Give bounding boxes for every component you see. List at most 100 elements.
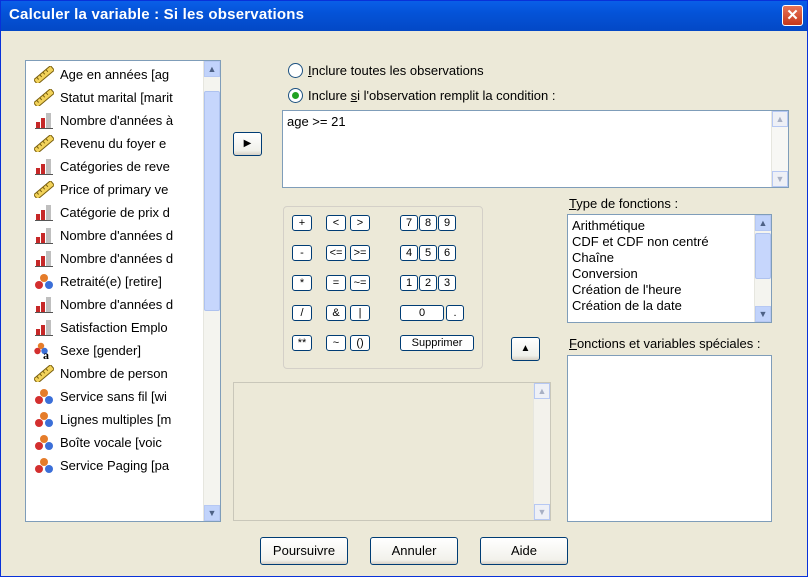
- function-scroll-thumb[interactable]: [755, 233, 771, 279]
- function-group-item[interactable]: Création de l'heure: [568, 282, 753, 298]
- variable-item[interactable]: Nombre d'années d: [26, 224, 206, 247]
- function-scroll-down-icon[interactable]: ▼: [755, 306, 771, 322]
- variable-item[interactable]: Retraité(e) [retire]: [26, 270, 206, 293]
- digit-1-key[interactable]: 1: [400, 275, 418, 291]
- description-scroll-down-icon[interactable]: ▼: [534, 504, 550, 520]
- or-key[interactable]: |: [350, 305, 370, 321]
- scroll-down-icon[interactable]: ▼: [204, 505, 220, 521]
- variable-item[interactable]: Service sans fil [wi: [26, 385, 206, 408]
- digit-0-key[interactable]: 0: [400, 305, 444, 321]
- variable-list[interactable]: Age en années [ag Statut marital [marit No…: [25, 60, 221, 522]
- scroll-up-icon[interactable]: ▲: [204, 61, 220, 77]
- digit-6-key[interactable]: 6: [438, 245, 456, 261]
- svg-text:a: a: [43, 348, 49, 359]
- variable-item[interactable]: a Sexe [gender]: [26, 339, 206, 362]
- variable-item[interactable]: Boîte vocale [voic: [26, 431, 206, 454]
- variable-item[interactable]: Catégories de reve: [26, 155, 206, 178]
- special-functions-list[interactable]: [567, 355, 772, 522]
- dialog-window: Calculer la variable : Si les observatio…: [0, 0, 808, 577]
- variable-list-scrollbar[interactable]: ▲ ▼: [203, 61, 220, 521]
- digit-5-key[interactable]: 5: [419, 245, 437, 261]
- digit-9-key[interactable]: 9: [438, 215, 456, 231]
- description-scrollbar[interactable]: ▲ ▼: [533, 383, 550, 520]
- digit-8-key[interactable]: 8: [419, 215, 437, 231]
- variable-label: Nombre d'années d: [60, 297, 174, 312]
- include-if-radio[interactable]: [288, 88, 303, 104]
- less-than-key[interactable]: <: [326, 215, 346, 231]
- variable-item[interactable]: Service Paging [pa: [26, 454, 206, 477]
- not-equal-key[interactable]: ~=: [350, 275, 370, 291]
- digit-2-key[interactable]: 2: [419, 275, 437, 291]
- cancel-button[interactable]: Annuler: [370, 537, 458, 565]
- decimal-key[interactable]: .: [446, 305, 464, 321]
- ordinal-icon: [34, 158, 54, 175]
- include-all-option[interactable]: Inclure toutes les observations: [288, 62, 484, 80]
- digit-4-key[interactable]: 4: [400, 245, 418, 261]
- expression-scroll-down-icon[interactable]: ▼: [772, 171, 788, 187]
- expression-scrollbar[interactable]: ▲ ▼: [771, 111, 788, 187]
- include-all-label: nclure toutes les observations: [311, 63, 484, 78]
- variable-label: Catégorie de prix d: [60, 205, 170, 220]
- function-group-item[interactable]: Arithmétique: [568, 218, 753, 234]
- continue-button[interactable]: Poursuivre: [260, 537, 348, 565]
- string-icon: a: [34, 342, 54, 362]
- scale-icon: [32, 363, 56, 385]
- function-group-item[interactable]: CDF et CDF non centré: [568, 234, 753, 250]
- variable-item[interactable]: Catégorie de prix d: [26, 201, 206, 224]
- function-group-item[interactable]: Chaîne: [568, 250, 753, 266]
- function-group-item[interactable]: Création de la date: [568, 298, 753, 314]
- less-equal-key[interactable]: <=: [326, 245, 346, 261]
- variable-item[interactable]: Nombre d'années d: [26, 293, 206, 316]
- move-variable-button[interactable]: ▶: [233, 132, 262, 156]
- plus-key[interactable]: +: [292, 215, 312, 231]
- function-group-items: Arithmétique CDF et CDF non centré Chaîne C…: [568, 215, 753, 314]
- divide-key[interactable]: /: [292, 305, 312, 321]
- equals-key[interactable]: =: [326, 275, 346, 291]
- digit-7-key[interactable]: 7: [400, 215, 418, 231]
- include-all-radio[interactable]: [288, 63, 303, 79]
- scale-icon: [32, 87, 56, 109]
- greater-than-key[interactable]: >: [350, 215, 370, 231]
- ordinal-icon: [34, 227, 54, 244]
- variable-item[interactable]: Price of primary ve: [26, 178, 206, 201]
- parentheses-key[interactable]: (): [350, 335, 370, 351]
- digit-3-key[interactable]: 3: [438, 275, 456, 291]
- variable-label: Satisfaction Emplo: [60, 320, 168, 335]
- nominal-icon: [34, 457, 54, 474]
- close-button[interactable]: ✕: [782, 5, 803, 26]
- include-if-option[interactable]: Inclure si l'observation remplit la cond…: [288, 87, 555, 105]
- variable-label: Age en années [ag: [60, 67, 170, 82]
- variable-item[interactable]: Nombre d'années d: [26, 247, 206, 270]
- help-button[interactable]: Aide: [480, 537, 568, 565]
- function-group-item[interactable]: Conversion: [568, 266, 753, 282]
- power-key[interactable]: **: [292, 335, 312, 351]
- and-key[interactable]: &: [326, 305, 346, 321]
- variable-item[interactable]: Nombre d'années à: [26, 109, 206, 132]
- description-scroll-up-icon[interactable]: ▲: [534, 383, 550, 399]
- condition-expression-box[interactable]: age >= 21 ▲ ▼: [282, 110, 789, 188]
- variable-item[interactable]: Statut marital [marit: [26, 86, 206, 109]
- delete-key[interactable]: Supprimer: [400, 335, 474, 351]
- ordinal-icon: [34, 296, 54, 313]
- variable-item[interactable]: Age en années [ag: [26, 63, 206, 86]
- variable-item[interactable]: Satisfaction Emplo: [26, 316, 206, 339]
- title-bar[interactable]: Calculer la variable : Si les observatio…: [1, 1, 807, 31]
- move-function-button[interactable]: ▲: [511, 337, 540, 361]
- expression-scroll-up-icon[interactable]: ▲: [772, 111, 788, 127]
- variable-label: Nombre d'années à: [60, 113, 174, 128]
- not-key[interactable]: ~: [326, 335, 346, 351]
- function-group-scrollbar[interactable]: ▲ ▼: [754, 215, 771, 322]
- scroll-thumb[interactable]: [204, 91, 220, 311]
- variable-item[interactable]: Lignes multiples [m: [26, 408, 206, 431]
- scale-icon: [32, 179, 56, 201]
- variable-item[interactable]: Revenu du foyer e: [26, 132, 206, 155]
- variable-label: Nombre d'années d: [60, 228, 174, 243]
- variable-item[interactable]: Nombre de person: [26, 362, 206, 385]
- minus-key[interactable]: -: [292, 245, 312, 261]
- variable-label: Catégories de reve: [60, 159, 170, 174]
- greater-equal-key[interactable]: >=: [350, 245, 370, 261]
- multiply-key[interactable]: *: [292, 275, 312, 291]
- function-group-list[interactable]: Arithmétique CDF et CDF non centré Chaîne C…: [567, 214, 772, 323]
- window-title: Calculer la variable : Si les observatio…: [9, 6, 305, 23]
- function-scroll-up-icon[interactable]: ▲: [755, 215, 771, 231]
